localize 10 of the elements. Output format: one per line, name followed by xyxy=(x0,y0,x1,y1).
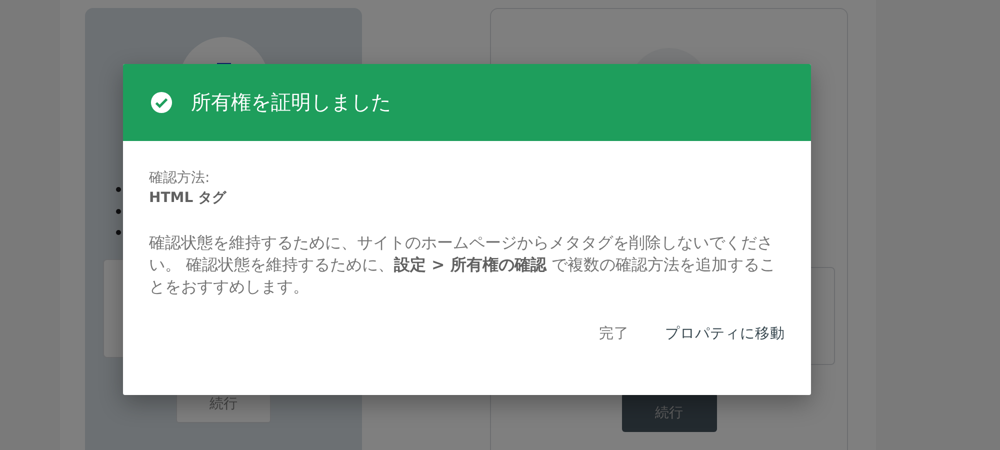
method-value: HTML タグ xyxy=(149,189,228,208)
check-circle-icon xyxy=(150,91,173,114)
go-to-property-button[interactable]: プロパティに移動 xyxy=(665,320,785,347)
message-text: 確認状態を維持するために、サイトのホームページからメタタグを削除しないでください。 確認状態を維持するために、設定 > 所有権の確認 で複数の確認方法を追加することをおすすめします。 xyxy=(149,232,776,298)
dialog-title: 所有権を証明しました xyxy=(191,89,391,116)
bullet-icon xyxy=(116,186,121,192)
done-button[interactable]: 完了 xyxy=(599,320,629,347)
bullet-icon xyxy=(116,230,121,234)
method-label: 確認方法: xyxy=(149,169,211,188)
bullet-icon xyxy=(116,208,121,214)
